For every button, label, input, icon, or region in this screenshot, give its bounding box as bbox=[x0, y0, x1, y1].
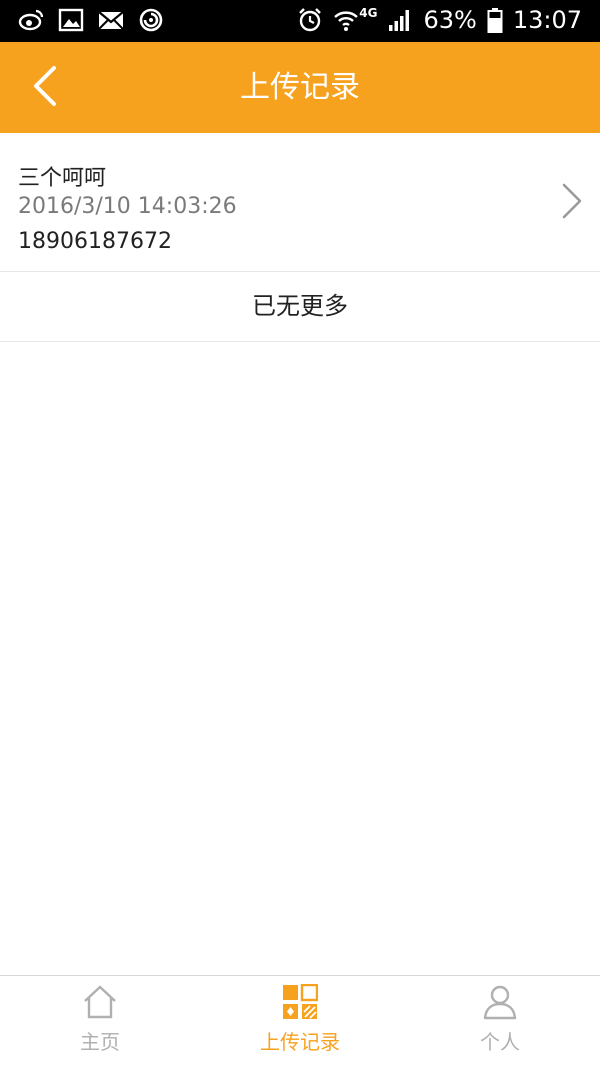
page-title: 上传记录 bbox=[240, 70, 360, 105]
app-header: 上传记录 bbox=[0, 42, 600, 133]
weibo-icon bbox=[18, 7, 44, 33]
status-system: 4G 63% 13:07 bbox=[297, 6, 582, 34]
wifi-icon bbox=[333, 7, 359, 33]
record-datetime: 2016/3/10 14:03:26 bbox=[18, 194, 237, 219]
tab-home-label: 主页 bbox=[80, 1030, 120, 1054]
tab-personal-label: 个人 bbox=[480, 1030, 520, 1054]
battery-icon bbox=[487, 7, 503, 33]
chevron-left-icon bbox=[34, 66, 56, 106]
status-clock: 13:07 bbox=[512, 6, 582, 34]
record-name: 三个呵呵 bbox=[18, 166, 107, 191]
back-button[interactable] bbox=[24, 64, 68, 108]
bottom-tab-bar: 主页 上传记录 个人 bbox=[0, 975, 600, 1068]
home-icon bbox=[82, 984, 118, 1020]
chevron-right-icon bbox=[560, 181, 584, 221]
record-list-item[interactable]: 三个呵呵 2016/3/10 14:03:26 18906187672 bbox=[0, 133, 600, 272]
alarm-icon bbox=[297, 7, 323, 33]
status-bar: 4G 63% 13:07 bbox=[0, 0, 600, 42]
tab-home[interactable]: 主页 bbox=[0, 976, 200, 1068]
record-phone: 18906187672 bbox=[18, 229, 172, 254]
tab-upload-records[interactable]: 上传记录 bbox=[200, 976, 400, 1068]
tab-personal[interactable]: 个人 bbox=[400, 976, 600, 1068]
mail-icon bbox=[98, 7, 124, 33]
list-end-label: 已无更多 bbox=[0, 272, 600, 342]
person-icon bbox=[482, 984, 518, 1020]
signal-icon bbox=[387, 7, 413, 33]
gallery-icon bbox=[58, 7, 84, 33]
battery-percent: 63% bbox=[423, 6, 477, 34]
sync-icon bbox=[138, 7, 164, 33]
tab-upload-records-label: 上传记录 bbox=[260, 1030, 340, 1054]
network-type-label: 4G bbox=[359, 6, 378, 20]
status-notifications bbox=[18, 7, 164, 33]
grid-icon bbox=[282, 983, 319, 1020]
